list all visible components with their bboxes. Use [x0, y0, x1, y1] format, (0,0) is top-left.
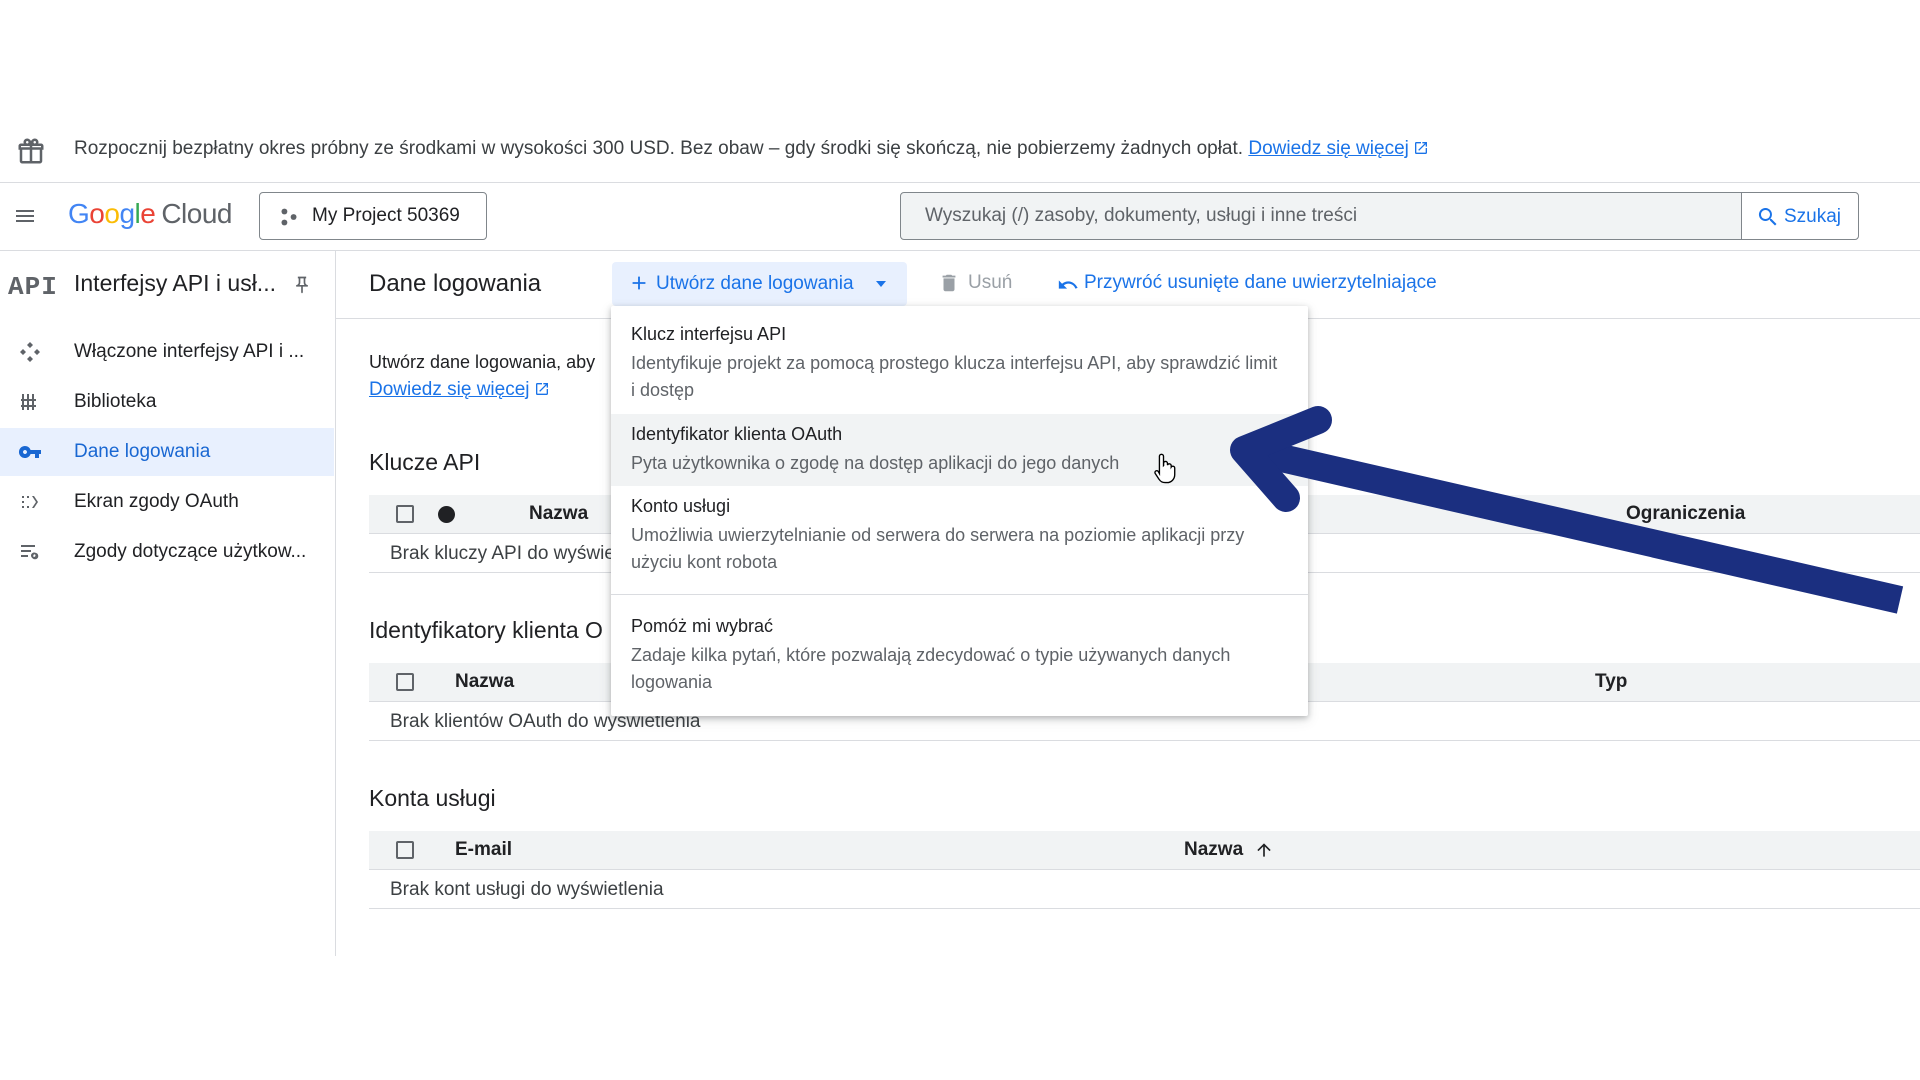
sidebar-item-user-consents[interactable]: Zgody dotyczące użytkow...	[0, 528, 334, 576]
gift-icon	[18, 138, 44, 164]
apis-icon	[20, 342, 40, 362]
delete-label: Usuń	[968, 272, 1013, 293]
sidebar-item-label: Ekran zgody OAuth	[74, 491, 239, 512]
search-button-label: Szukaj	[1784, 206, 1842, 227]
table-row-empty: Brak kont usługi do wyświetlenia	[369, 870, 1920, 909]
intro-text: Utwórz dane logowania, aby	[369, 352, 596, 372]
menu-item-api-key[interactable]: Klucz interfejsu API Identyfikuje projek…	[611, 316, 1308, 410]
sidebar-item-label: Włączone interfejsy API i ...	[74, 341, 305, 362]
plus-icon	[632, 276, 646, 290]
promo-banner: Rozpocznij bezpłatny okres próbny ze śro…	[0, 128, 1920, 182]
google-cloud-logo[interactable]: Google Cloud	[68, 198, 232, 230]
search-input[interactable]: Wyszukaj (/) zasoby, dokumenty, usługi i…	[925, 205, 1357, 227]
oauth-clients-title: Identyfikatory klienta O	[369, 617, 603, 643]
sidebar-item-oauth-consent[interactable]: Ekran zgody OAuth	[0, 478, 334, 526]
project-name: My Project 50369	[312, 205, 460, 226]
menu-divider	[611, 594, 1308, 595]
empty-message: Brak kont usługi do wyświetlenia	[390, 879, 664, 900]
menu-item-title: Identyfikator klienta OAuth	[631, 424, 843, 444]
oauth-consent-icon	[22, 496, 38, 508]
menu-item-title: Klucz interfejsu API	[631, 324, 787, 344]
project-picker-button[interactable]: My Project 50369	[259, 192, 487, 240]
create-credentials-menu: Klucz interfejsu API Identyfikuje projek…	[611, 306, 1308, 716]
annotation-arrow-icon	[1230, 406, 1904, 614]
column-header-name[interactable]: Nazwa	[529, 503, 588, 525]
select-all-checkbox[interactable]	[396, 505, 414, 523]
search-button[interactable]: Szukaj	[1741, 193, 1858, 239]
sidebar-item-credentials[interactable]: Dane logowania	[0, 428, 334, 476]
select-all-checkbox[interactable]	[396, 841, 414, 859]
user-consent-icon	[21, 545, 39, 560]
sort-ascending-icon[interactable]	[1254, 840, 1274, 860]
menu-hamburger-icon[interactable]	[12, 204, 38, 228]
menu-item-description: Umożliwia uwierzytelnianie od serwera do…	[631, 525, 1245, 572]
restore-label: Przywróć usunięte dane uwierzytelniające	[1084, 272, 1437, 293]
select-all-checkbox[interactable]	[396, 673, 414, 691]
promo-learn-more-link[interactable]: Dowiedz się więcej	[1248, 138, 1409, 159]
create-credentials-label: Utwórz dane logowania	[656, 273, 854, 294]
status-dot-icon	[438, 506, 455, 523]
column-header-type[interactable]: Typ	[1595, 671, 1627, 693]
external-link-icon	[535, 383, 548, 395]
sidebar-item-enabled-apis[interactable]: Włączone interfejsy API i ...	[0, 328, 334, 376]
promo-text: Rozpocznij bezpłatny okres próbny ze śro…	[74, 138, 1244, 159]
menu-item-title: Pomóż mi wybrać	[631, 616, 774, 636]
project-hub-icon	[281, 208, 297, 226]
sidebar-item-label: Biblioteka	[74, 391, 157, 412]
library-icon	[21, 394, 36, 410]
service-accounts-title: Konta usługi	[369, 785, 496, 811]
menu-item-service-account[interactable]: Konto usługi Umożliwia uwierzytelnianie …	[611, 486, 1308, 584]
menu-item-title: Konto usługi	[631, 496, 731, 516]
delete-button[interactable]: Usuń	[938, 270, 1048, 300]
search-icon	[1758, 208, 1777, 226]
learn-more-link[interactable]: Dowiedz się więcej	[369, 379, 530, 400]
column-header-email[interactable]: E-mail	[455, 839, 512, 861]
sidebar-item-label: Zgody dotyczące użytkow...	[74, 541, 307, 562]
sidebar-title: Interfejsy API i usł...	[74, 270, 276, 296]
menu-item-help-me-choose[interactable]: Pomóż mi wybrać Zadaje kilka pytań, któr…	[611, 606, 1308, 706]
logo-google: Google	[68, 198, 156, 229]
key-icon	[18, 446, 41, 458]
sidebar-item-label: Dane logowania	[74, 441, 211, 462]
menu-item-description: Pyta użytkownika o zgodę na dostęp aplik…	[631, 453, 1120, 473]
search-bar[interactable]: Wyszukaj (/) zasoby, dokumenty, usługi i…	[900, 192, 1859, 240]
page-title: Dane logowania	[369, 270, 542, 297]
api-keys-title: Klucze API	[369, 449, 481, 475]
sidebar-item-library[interactable]: Biblioteka	[0, 378, 334, 426]
column-header-name[interactable]: Nazwa	[455, 671, 514, 693]
menu-item-description: Identyfikuje projekt za pomocą prostego …	[631, 353, 1278, 400]
restore-deleted-credentials-button[interactable]: Przywróć usunięte dane uwierzytelniające	[1056, 270, 1476, 300]
menu-item-description: Zadaje kilka pytań, które pozwalają zdec…	[631, 645, 1231, 692]
divider	[0, 182, 1920, 183]
service-accounts-table-header: E-mail Nazwa	[369, 831, 1920, 870]
create-credentials-button[interactable]: Utwórz dane logowania	[612, 262, 907, 306]
logo-cloud: Cloud	[161, 198, 232, 229]
hand-cursor-icon	[1154, 453, 1176, 484]
caret-down-icon	[876, 281, 886, 287]
menu-item-oauth-client-id[interactable]: Identyfikator klienta OAuth Pyta użytkow…	[611, 414, 1308, 486]
undo-icon	[1058, 280, 1078, 289]
trash-icon	[942, 274, 956, 292]
empty-message: Brak kluczy API do wyświe	[390, 543, 615, 564]
external-link-icon	[1414, 142, 1427, 154]
pin-icon[interactable]	[292, 274, 312, 296]
column-header-name[interactable]: Nazwa	[1184, 839, 1243, 861]
api-product-icon: API	[8, 272, 58, 302]
